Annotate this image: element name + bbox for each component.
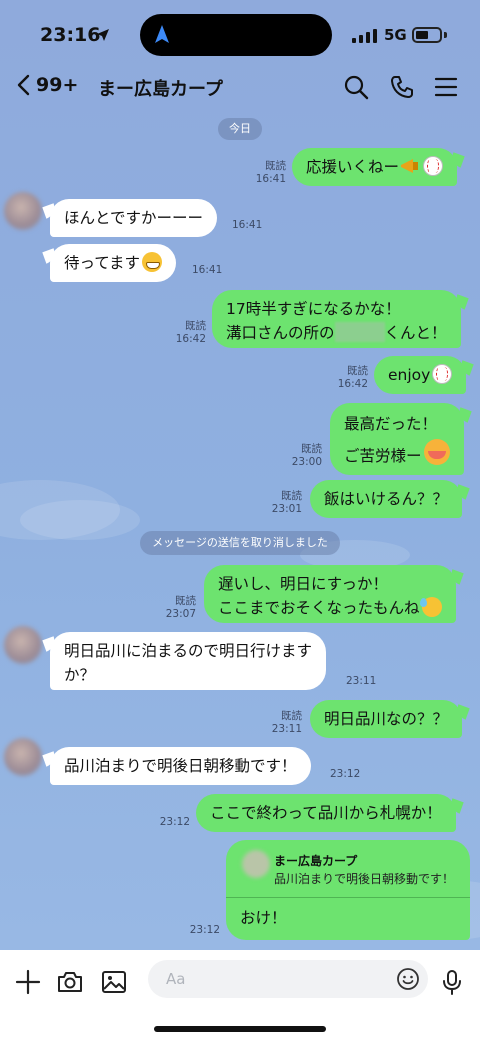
avatar[interactable]: [4, 738, 42, 776]
signal-icon: [352, 29, 377, 43]
quoted-message[interactable]: まー広島カープ 品川泊まりで明後日朝移動です！: [226, 840, 470, 898]
blushing-emoji-icon: [423, 439, 450, 465]
read-receipt: 既読: [175, 595, 196, 607]
read-receipt: 既読: [185, 320, 206, 332]
message-line: か？: [64, 666, 96, 684]
grinning-emoji-icon: [141, 252, 162, 272]
message-line: ここまでおそくなったもんね: [218, 599, 420, 617]
message-time: 16:41: [192, 264, 223, 276]
date-separator: 今日: [218, 118, 262, 140]
message-meta: 既読 23:01: [270, 490, 302, 516]
message-meta: 既読 16:42: [174, 320, 206, 346]
smiley-icon[interactable]: [396, 967, 420, 991]
message-line: 17時半すぎになるかな！: [226, 300, 401, 318]
message-bubble-outgoing[interactable]: ここで終わって品川から札幌か！: [196, 794, 456, 832]
reply-message-bubble[interactable]: まー広島カープ 品川泊まりで明後日朝移動です！ おけ！: [226, 840, 470, 940]
message-line: くんと！: [384, 324, 447, 342]
image-icon[interactable]: [100, 968, 128, 996]
message-meta: 既読 23:07: [164, 595, 196, 621]
message-meta: 既読 23:11: [270, 710, 302, 736]
message-time: 23:00: [291, 456, 322, 468]
avatar[interactable]: [4, 192, 42, 230]
message-bubble-incoming[interactable]: 品川泊まりで明後日朝移動です！: [50, 747, 311, 785]
message-meta: 既読 23:00: [290, 443, 322, 469]
mic-icon[interactable]: [438, 968, 466, 996]
megaphone-emoji-icon: [401, 159, 419, 173]
camera-icon[interactable]: [56, 968, 84, 996]
redacted-name: [334, 322, 385, 342]
search-icon[interactable]: [343, 74, 369, 100]
message-text: 応援いくねー: [306, 158, 400, 176]
message-text: 待ってます: [64, 254, 140, 272]
read-receipt: 既読: [265, 160, 286, 172]
avatar[interactable]: [4, 626, 42, 664]
read-receipt: 既読: [301, 443, 322, 455]
message-time: 16:42: [337, 378, 368, 390]
home-indicator: [154, 1026, 326, 1032]
unsent-notice: メッセージの送信を取り消しました: [140, 531, 340, 555]
baseball-emoji-icon: [432, 364, 453, 384]
message-line: ご苦労様ー: [344, 447, 422, 465]
battery-icon: [412, 27, 442, 43]
message-line: 遅いし、明日にすっか！: [218, 575, 389, 593]
location-arrow-icon: [97, 29, 109, 41]
message-line: 明日品川に泊まるので明日行けます: [64, 642, 313, 660]
chat-title: まー広島カープ: [98, 79, 223, 100]
message-bubble-outgoing[interactable]: 17時半すぎになるかな！ 溝口さんの所の くんと！: [212, 290, 461, 348]
quoted-sender-name: まー広島カープ: [274, 854, 358, 868]
message-bubble-incoming[interactable]: 明日品川に泊まるので明日行けます か？: [50, 632, 327, 690]
navigation-arrow-icon: [155, 25, 169, 43]
quoted-avatar: [242, 850, 270, 878]
status-bar: 23:16 5G: [0, 0, 480, 66]
message-bubble-outgoing[interactable]: enjoy: [374, 356, 467, 394]
baseball-emoji-icon: [423, 156, 444, 176]
message-text: 飯はいけるん？？: [324, 490, 449, 508]
message-text: 品川泊まりで明後日朝移動です！: [64, 757, 297, 775]
back-button[interactable]: 99+: [16, 74, 78, 96]
message-text: ほんとですかーーー: [64, 209, 204, 227]
message-text: 明日品川なの？？: [324, 710, 449, 728]
status-time: 23:16: [40, 24, 101, 46]
chat-header: 99+ まー広島カープ: [0, 66, 480, 108]
network-type: 5G: [384, 26, 407, 44]
message-bubble-outgoing[interactable]: 明日品川なの？？: [310, 700, 463, 738]
read-receipt: 既読: [281, 710, 302, 722]
sweat-emoji-icon: [419, 597, 442, 617]
message-time: 23:11: [346, 675, 377, 687]
message-bubble-incoming[interactable]: 待ってます: [50, 244, 176, 282]
message-time: 16:41: [255, 173, 286, 185]
unread-count: 99+: [36, 74, 79, 96]
message-text: おけ！: [240, 909, 287, 927]
message-input[interactable]: [148, 960, 428, 998]
message-time: 23:01: [271, 503, 302, 515]
message-line: 最高だった！: [344, 415, 438, 433]
message-text: enjoy: [388, 366, 431, 384]
message-time: 16:42: [175, 333, 206, 345]
read-receipt: 既読: [281, 490, 302, 502]
message-bubble-outgoing[interactable]: 最高だった！ ご苦労様ー: [330, 403, 464, 475]
chevron-left-icon: [17, 74, 30, 96]
menu-icon[interactable]: [433, 74, 459, 100]
message-time: 23:12: [159, 816, 190, 828]
message-bubble-incoming[interactable]: ほんとですかーーー: [50, 199, 218, 237]
message-line: 溝口さんの所の: [226, 324, 335, 342]
message-meta: 既読 16:42: [336, 365, 368, 391]
message-time: 23:12: [330, 768, 361, 780]
read-receipt: 既読: [347, 365, 368, 377]
quoted-text: 品川泊まりで明後日朝移動です！: [274, 872, 455, 886]
battery-cap: [444, 32, 447, 38]
phone-icon[interactable]: [389, 74, 415, 100]
message-time: 23:12: [189, 924, 220, 936]
message-bubble-outgoing[interactable]: 遅いし、明日にすっか！ ここまでおそくなったもんね: [204, 565, 456, 623]
message-time: 16:41: [232, 219, 263, 231]
message-meta: 既読 16:41: [254, 160, 286, 186]
message-time: 23:11: [271, 723, 302, 735]
message-bubble-outgoing[interactable]: 飯はいけるん？？: [310, 480, 463, 518]
plus-icon[interactable]: [14, 968, 42, 996]
message-bubble-outgoing[interactable]: 応援いくねー: [292, 148, 458, 186]
message-text: ここで終わって品川から札幌か！: [210, 804, 442, 822]
message-time: 23:07: [165, 608, 196, 620]
